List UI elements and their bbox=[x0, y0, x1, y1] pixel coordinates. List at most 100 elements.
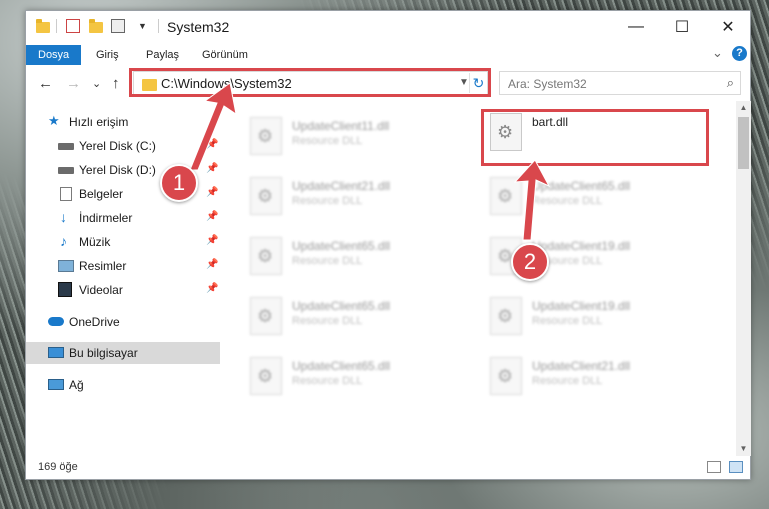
dll-file-icon bbox=[490, 177, 522, 215]
search-input[interactable]: Ara: System32 ⌕ bbox=[499, 71, 741, 95]
explorer-window: ▼ System32 — ☐ ✕ Dosya Giriş Paylaş Görü… bbox=[25, 10, 751, 480]
file-type: Resource DLL bbox=[292, 135, 363, 147]
search-icon[interactable]: ⌕ bbox=[727, 75, 734, 91]
file-name: UpdateClient11.dll bbox=[292, 119, 390, 133]
file-item[interactable]: UpdateClient21.dll Resource DLL bbox=[244, 173, 464, 223]
tab-gorunum[interactable]: Görünüm bbox=[192, 45, 258, 65]
minimize-button[interactable]: — bbox=[613, 11, 659, 43]
qat-dropdown-icon[interactable]: ▼ bbox=[138, 21, 147, 31]
documents-icon bbox=[60, 187, 72, 201]
window-title: System32 bbox=[167, 19, 230, 35]
video-icon bbox=[58, 282, 72, 297]
pictures-icon bbox=[58, 260, 74, 272]
navigation-pane: ★ Hızlı erişim Yerel Disk (C:) 📌 Yerel D… bbox=[26, 107, 220, 437]
file-highlight-box bbox=[481, 109, 709, 166]
computer-icon bbox=[48, 347, 64, 358]
file-name: UpdateClient65.dll bbox=[532, 179, 631, 193]
sidebar-item-label: Yerel Disk (D:) bbox=[79, 163, 156, 177]
file-type: Resource DLL bbox=[292, 315, 363, 327]
divider bbox=[158, 19, 159, 33]
tab-paylas[interactable]: Paylaş bbox=[136, 45, 189, 65]
up-button[interactable]: ↑ bbox=[112, 75, 120, 92]
pin-icon[interactable]: 📌 bbox=[206, 259, 218, 270]
pin-icon[interactable]: 📌 bbox=[206, 235, 218, 246]
pin-icon[interactable]: 📌 bbox=[206, 163, 218, 174]
sidebar-item-downloads[interactable]: ↓ İndirmeler 📌 bbox=[26, 207, 220, 229]
file-name: UpdateClient21.dll bbox=[292, 179, 391, 193]
sidebar-item-music[interactable]: ♪ Müzik 📌 bbox=[26, 231, 220, 253]
customize-icon[interactable] bbox=[111, 19, 125, 33]
file-item[interactable]: UpdateClient65.dll Resource DLL bbox=[244, 353, 464, 403]
cloud-icon bbox=[48, 317, 64, 326]
details-view-icon[interactable] bbox=[707, 461, 721, 473]
dll-file-icon bbox=[250, 177, 282, 215]
pin-icon[interactable]: 📌 bbox=[206, 211, 218, 222]
file-name: UpdateClient65.dll bbox=[292, 299, 391, 313]
new-folder-icon[interactable] bbox=[89, 19, 103, 33]
sidebar-item-videos[interactable]: Videolar 📌 bbox=[26, 279, 220, 301]
sidebar-item-label: Hızlı erişim bbox=[69, 115, 129, 129]
network-icon bbox=[48, 379, 64, 390]
dll-file-icon bbox=[250, 117, 282, 155]
sidebar-item-label: Yerel Disk (C:) bbox=[79, 139, 156, 153]
sidebar-item-this-pc[interactable]: Bu bilgisayar bbox=[26, 342, 220, 364]
file-type: Resource DLL bbox=[292, 195, 363, 207]
vertical-scrollbar[interactable]: ▲ ▼ bbox=[736, 101, 751, 456]
title-bar: ▼ System32 — ☐ ✕ bbox=[26, 11, 750, 43]
file-name: UpdateClient19.dll bbox=[532, 299, 631, 313]
sidebar-item-label: Videolar bbox=[79, 283, 123, 297]
download-icon: ↓ bbox=[60, 209, 67, 225]
scroll-thumb[interactable] bbox=[738, 117, 749, 169]
sidebar-item-network[interactable]: Ağ bbox=[26, 374, 220, 396]
sidebar-item-label: Ağ bbox=[69, 378, 84, 392]
scroll-up-icon[interactable]: ▲ bbox=[736, 101, 751, 115]
dll-file-icon bbox=[250, 357, 282, 395]
sidebar-item-label: Belgeler bbox=[79, 187, 124, 201]
large-icons-view-icon[interactable] bbox=[729, 461, 743, 473]
scroll-down-icon[interactable]: ▼ bbox=[736, 442, 751, 456]
file-item[interactable]: UpdateClient65.dll Resource DLL bbox=[244, 293, 464, 343]
file-type: Resource DLL bbox=[292, 255, 363, 267]
sidebar-item-label: OneDrive bbox=[69, 315, 120, 329]
ribbon-expand-icon[interactable]: ⌄ bbox=[712, 45, 723, 61]
address-row: ← → ⌄ ↑ C:\Windows\System32 ▼ ↻ Ara: Sys… bbox=[26, 68, 750, 97]
tab-dosya[interactable]: Dosya bbox=[26, 45, 82, 65]
sidebar-item-onedrive[interactable]: OneDrive bbox=[26, 311, 220, 333]
drive-icon bbox=[58, 167, 74, 174]
close-button[interactable]: ✕ bbox=[705, 11, 751, 43]
music-icon: ♪ bbox=[60, 233, 67, 249]
tab-giris[interactable]: Giriş bbox=[86, 45, 129, 65]
pin-icon[interactable]: 📌 bbox=[206, 187, 218, 198]
sidebar-item-label: İndirmeler bbox=[79, 211, 133, 225]
status-bar: 169 öğe bbox=[26, 457, 750, 479]
dll-file-icon bbox=[250, 297, 282, 335]
pin-icon[interactable]: 📌 bbox=[206, 139, 218, 150]
maximize-button[interactable]: ☐ bbox=[659, 11, 705, 43]
ribbon-tabs: Dosya Giriş Paylaş Görünüm ⌄ ? bbox=[26, 43, 750, 65]
sidebar-item-label: Müzik bbox=[79, 235, 111, 249]
file-item[interactable]: UpdateClient11.dll Resource DLL bbox=[244, 113, 464, 163]
folder-icon bbox=[36, 19, 50, 33]
search-placeholder: Ara: System32 bbox=[508, 77, 587, 91]
star-icon: ★ bbox=[48, 113, 60, 128]
step-2-badge: 2 bbox=[511, 243, 549, 281]
back-button[interactable]: ← bbox=[38, 75, 53, 92]
recent-locations-button[interactable]: ⌄ bbox=[92, 77, 101, 90]
file-name: UpdateClient19.dll bbox=[532, 239, 631, 253]
forward-button[interactable]: → bbox=[66, 75, 81, 92]
file-item[interactable]: UpdateClient65.dll Resource DLL bbox=[244, 233, 464, 283]
sidebar-item-quick-access[interactable]: ★ Hızlı erişim bbox=[26, 111, 220, 133]
properties-icon[interactable] bbox=[66, 19, 80, 33]
file-item[interactable]: UpdateClient21.dll Resource DLL bbox=[484, 353, 704, 403]
sidebar-item-local-disk-c[interactable]: Yerel Disk (C:) 📌 bbox=[26, 135, 220, 157]
file-type: Resource DLL bbox=[532, 195, 603, 207]
help-icon[interactable]: ? bbox=[732, 46, 747, 61]
sidebar-item-label: Resimler bbox=[79, 259, 127, 273]
sidebar-item-pictures[interactable]: Resimler 📌 bbox=[26, 255, 220, 277]
file-name: UpdateClient65.dll bbox=[292, 359, 391, 373]
address-highlight-box bbox=[129, 68, 491, 97]
pin-icon[interactable]: 📌 bbox=[206, 283, 218, 294]
file-item[interactable]: UpdateClient65.dll Resource DLL bbox=[484, 173, 704, 223]
dll-file-icon bbox=[490, 297, 522, 335]
file-item[interactable]: UpdateClient19.dll Resource DLL bbox=[484, 293, 704, 343]
